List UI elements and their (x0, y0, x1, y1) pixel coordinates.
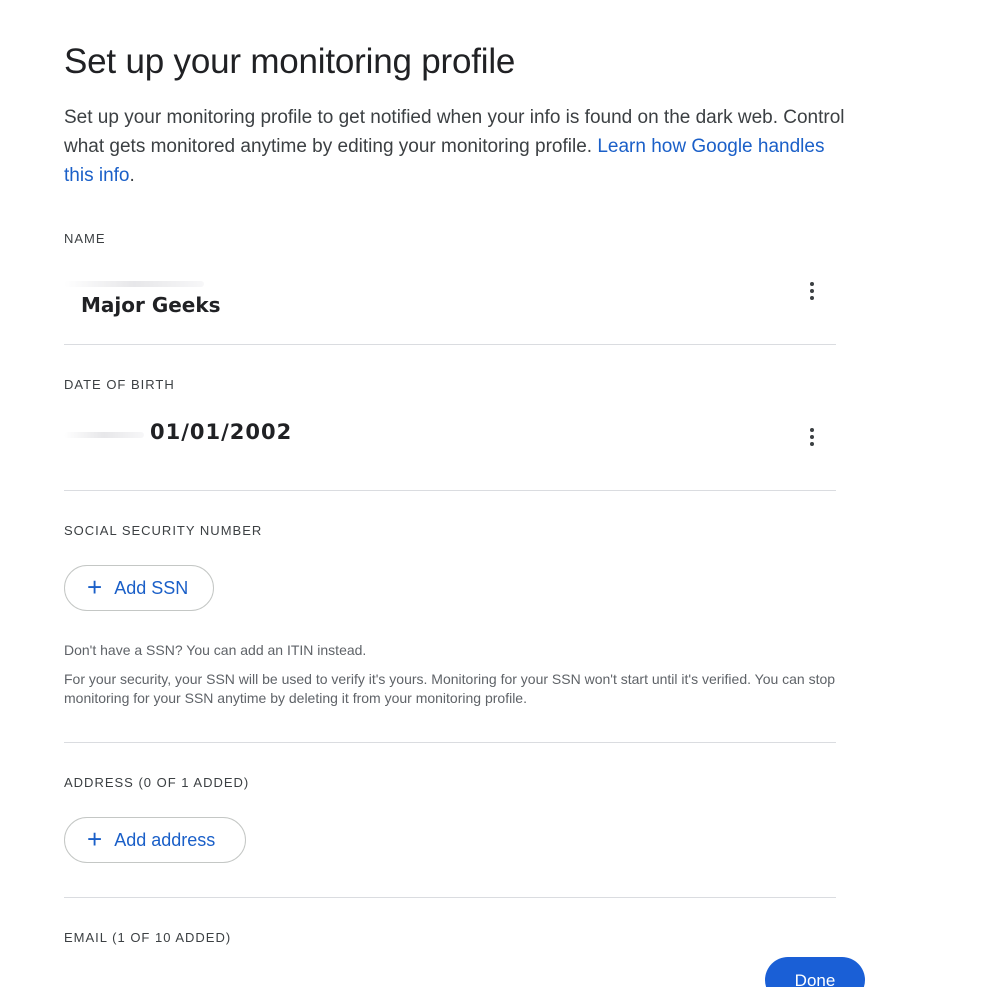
page-title: Set up your monitoring profile (64, 42, 516, 81)
add-ssn-label: Add SSN (114, 577, 189, 598)
plus-icon: + (87, 824, 103, 854)
add-address-button[interactable]: + Add address (64, 817, 246, 863)
dob-value: 01/01/2002 (150, 420, 293, 444)
ssn-section-label: SOCIAL SECURITY NUMBER (64, 523, 263, 538)
divider (64, 742, 836, 743)
itin-note: Don't have a SSN? You can add an ITIN in… (64, 642, 367, 658)
done-button[interactable]: Done (765, 957, 865, 987)
redacted-name-prefix (64, 281, 204, 287)
intro-period: . (129, 165, 135, 186)
name-row: Major Geeks (64, 273, 836, 317)
dob-row: 01/01/2002 (64, 418, 836, 458)
redacted-dob-prefix (64, 432, 144, 438)
address-section-label: ADDRESS (0 OF 1 ADDED) (64, 775, 250, 790)
name-section-label: NAME (64, 231, 106, 246)
divider (64, 344, 836, 345)
more-vert-icon[interactable] (800, 277, 824, 305)
divider (64, 897, 836, 898)
add-address-label: Add address (114, 829, 216, 850)
name-value: Major Geeks (81, 293, 221, 317)
plus-icon: + (87, 572, 103, 602)
more-vert-icon[interactable] (800, 423, 824, 451)
dob-section-label: DATE OF BIRTH (64, 377, 175, 392)
divider (64, 490, 836, 491)
monitoring-profile-page: Set up your monitoring profile Set up yo… (0, 0, 1000, 987)
intro-paragraph: Set up your monitoring profile to get no… (64, 103, 854, 190)
ssn-security-note: For your security, your SSN will be used… (64, 671, 836, 706)
add-ssn-button[interactable]: + Add SSN (64, 565, 214, 611)
email-section-label: EMAIL (1 OF 10 ADDED) (64, 930, 232, 945)
